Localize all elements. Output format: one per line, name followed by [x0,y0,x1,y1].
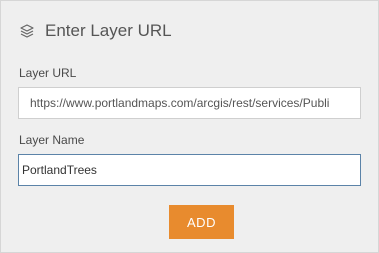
panel-header: Enter Layer URL [19,20,172,42]
layer-url-input[interactable] [18,87,361,119]
panel-title: Enter Layer URL [45,21,172,40]
layers-icon [19,23,35,39]
add-button[interactable]: ADD [169,205,234,239]
layer-name-label: Layer Name [19,133,85,147]
layer-name-input[interactable] [18,154,361,186]
layer-url-label: Layer URL [19,66,77,80]
enter-layer-url-panel: Enter Layer URL Layer URL Layer Name ADD [0,0,379,253]
